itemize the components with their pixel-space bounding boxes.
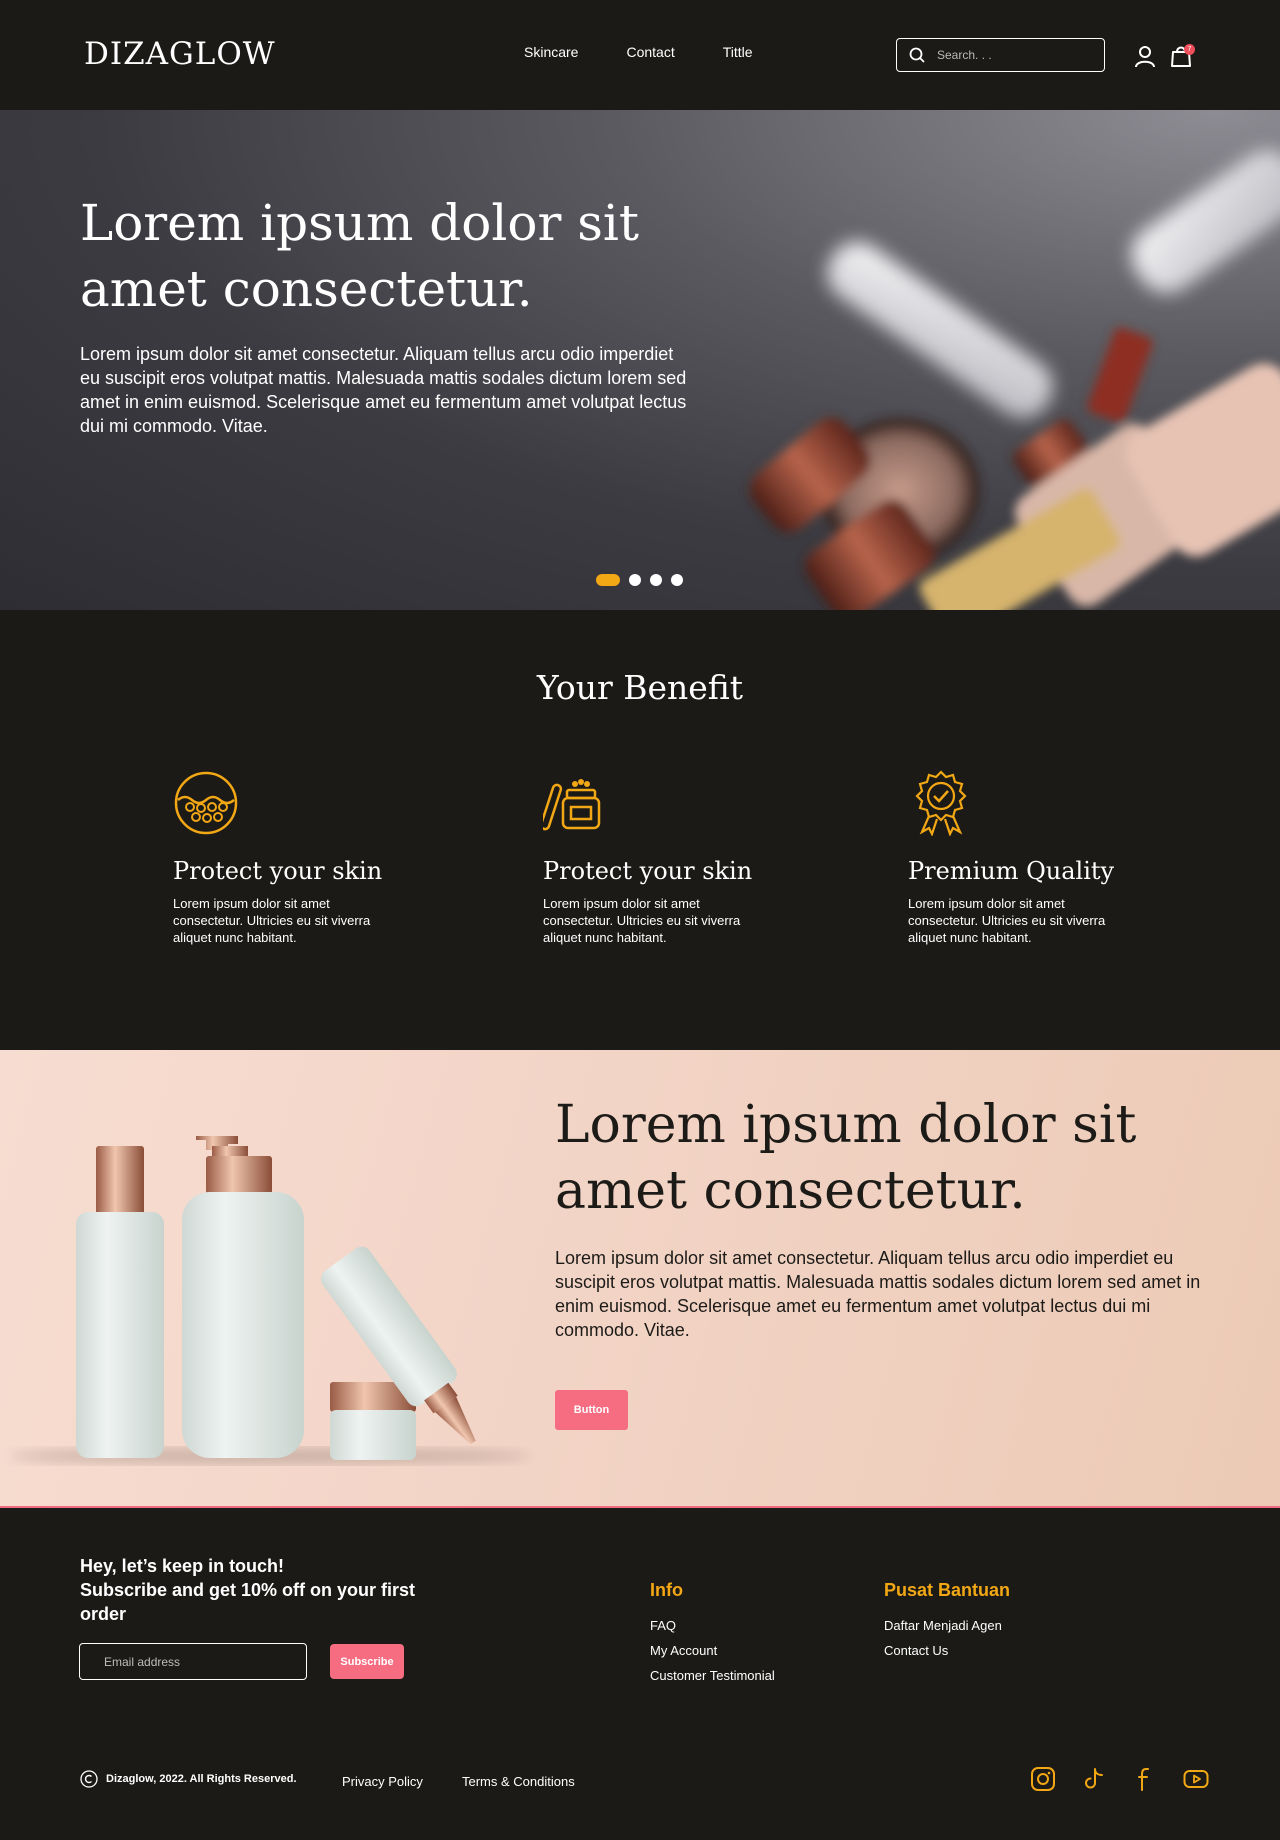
- footer-info-column: Info FAQ My Account Customer Testimonial: [650, 1580, 775, 1688]
- site-header: DIZAGLOW Skincare Contact Tittle 7: [0, 0, 1280, 110]
- carousel-dot-4[interactable]: [671, 574, 683, 586]
- skincare-products-image: [10, 1136, 530, 1464]
- footer-link-testimonial[interactable]: Customer Testimonial: [650, 1663, 775, 1688]
- benefits-title: Your Benefit: [536, 668, 744, 707]
- copyright: Dizaglow, 2022. All Rights Reserved.: [80, 1770, 297, 1788]
- footer-bottom-bar: Dizaglow, 2022. All Rights Reserved. Pri…: [0, 1766, 1280, 1796]
- main-nav: Skincare Contact Tittle: [524, 44, 753, 60]
- footer-help-title: Pusat Bantuan: [884, 1580, 1011, 1600]
- promo-section: Lorem ipsum dolor sit amet consectetur. …: [0, 1050, 1280, 1508]
- search-input[interactable]: [937, 48, 1087, 62]
- carousel-dot-2[interactable]: [629, 574, 641, 586]
- benefit-title: Protect your skin: [173, 857, 383, 885]
- footer-info-title: Info: [650, 1580, 683, 1600]
- copyright-icon: [80, 1770, 98, 1788]
- instagram-icon[interactable]: [1030, 1766, 1056, 1792]
- footer-link-faq[interactable]: FAQ: [650, 1613, 775, 1638]
- promo-description: Lorem ipsum dolor sit amet consectetur. …: [555, 1248, 1201, 1340]
- nav-link-tittle[interactable]: Tittle: [723, 44, 753, 60]
- carousel-dot-1[interactable]: [596, 574, 620, 586]
- footer-link-my-account[interactable]: My Account: [650, 1638, 775, 1663]
- benefit-card: Protect your skin Lorem ipsum dolor sit …: [173, 770, 403, 946]
- hero-title: Lorem ipsum dolor sit amet consectetur.: [80, 194, 640, 318]
- youtube-icon[interactable]: [1183, 1766, 1209, 1792]
- tiktok-icon[interactable]: [1081, 1766, 1107, 1792]
- newsletter-heading: Hey, let’s keep in touch! Subscribe and …: [80, 1554, 460, 1626]
- user-account-icon[interactable]: [1133, 44, 1157, 68]
- brand-logo[interactable]: DIZAGLOW: [84, 36, 276, 72]
- social-links: [1030, 1766, 1209, 1792]
- award-badge-icon: [915, 770, 967, 837]
- benefit-text: Lorem ipsum dolor sit amet consectetur. …: [173, 896, 371, 945]
- footer-link-contact[interactable]: Contact Us: [884, 1638, 1010, 1663]
- search-box[interactable]: [896, 38, 1105, 72]
- footer-link-agent[interactable]: Daftar Menjadi Agen: [884, 1613, 1010, 1638]
- site-footer: Hey, let’s keep in touch! Subscribe and …: [0, 1508, 1280, 1840]
- benefit-card: Protect your skin Lorem ipsum dolor sit …: [539, 770, 773, 946]
- benefit-title: Protect your skin: [543, 857, 753, 885]
- footer-help-column: Pusat Bantuan Daftar Menjadi Agen Contac…: [884, 1580, 1010, 1663]
- privacy-policy-link[interactable]: Privacy Policy: [342, 1774, 423, 1789]
- subscribe-button[interactable]: Subscribe: [330, 1644, 404, 1679]
- nav-link-contact[interactable]: Contact: [626, 44, 674, 60]
- promo-title: Lorem ipsum dolor sit amet consectetur.: [555, 1095, 1137, 1221]
- facebook-icon[interactable]: [1132, 1766, 1158, 1792]
- carousel-dots: [596, 574, 683, 586]
- benefit-text: Lorem ipsum dolor sit amet consectetur. …: [908, 896, 1106, 945]
- cream-jar-icon: [539, 779, 601, 831]
- hero-cosmetics-image: [749, 150, 1280, 610]
- copyright-text: Dizaglow, 2022. All Rights Reserved.: [106, 1773, 297, 1785]
- promo-cta-button[interactable]: Button: [555, 1390, 628, 1430]
- nav-link-skincare[interactable]: Skincare: [524, 44, 578, 60]
- search-icon: [909, 47, 925, 63]
- benefit-title: Premium Quality: [908, 857, 1115, 885]
- terms-link[interactable]: Terms & Conditions: [462, 1774, 575, 1789]
- newsletter-line-1: Hey, let’s keep in touch!: [80, 1556, 285, 1576]
- benefit-card: Premium Quality Lorem ipsum dolor sit am…: [908, 770, 1138, 946]
- hero-description: Lorem ipsum dolor sit amet consectetur. …: [80, 344, 687, 436]
- email-field[interactable]: [79, 1643, 307, 1680]
- cart-count-badge: 7: [1184, 44, 1195, 55]
- benefits-section: Your Benefit Protect your skin Lorem ips…: [0, 610, 1280, 1050]
- benefit-text: Lorem ipsum dolor sit amet consectetur. …: [543, 896, 741, 945]
- newsletter-line-2: Subscribe and get 10% off on your first …: [80, 1580, 416, 1624]
- hero-banner: Lorem ipsum dolor sit amet consectetur. …: [0, 110, 1280, 610]
- carousel-dot-3[interactable]: [650, 574, 662, 586]
- skin-pores-icon: [174, 771, 238, 835]
